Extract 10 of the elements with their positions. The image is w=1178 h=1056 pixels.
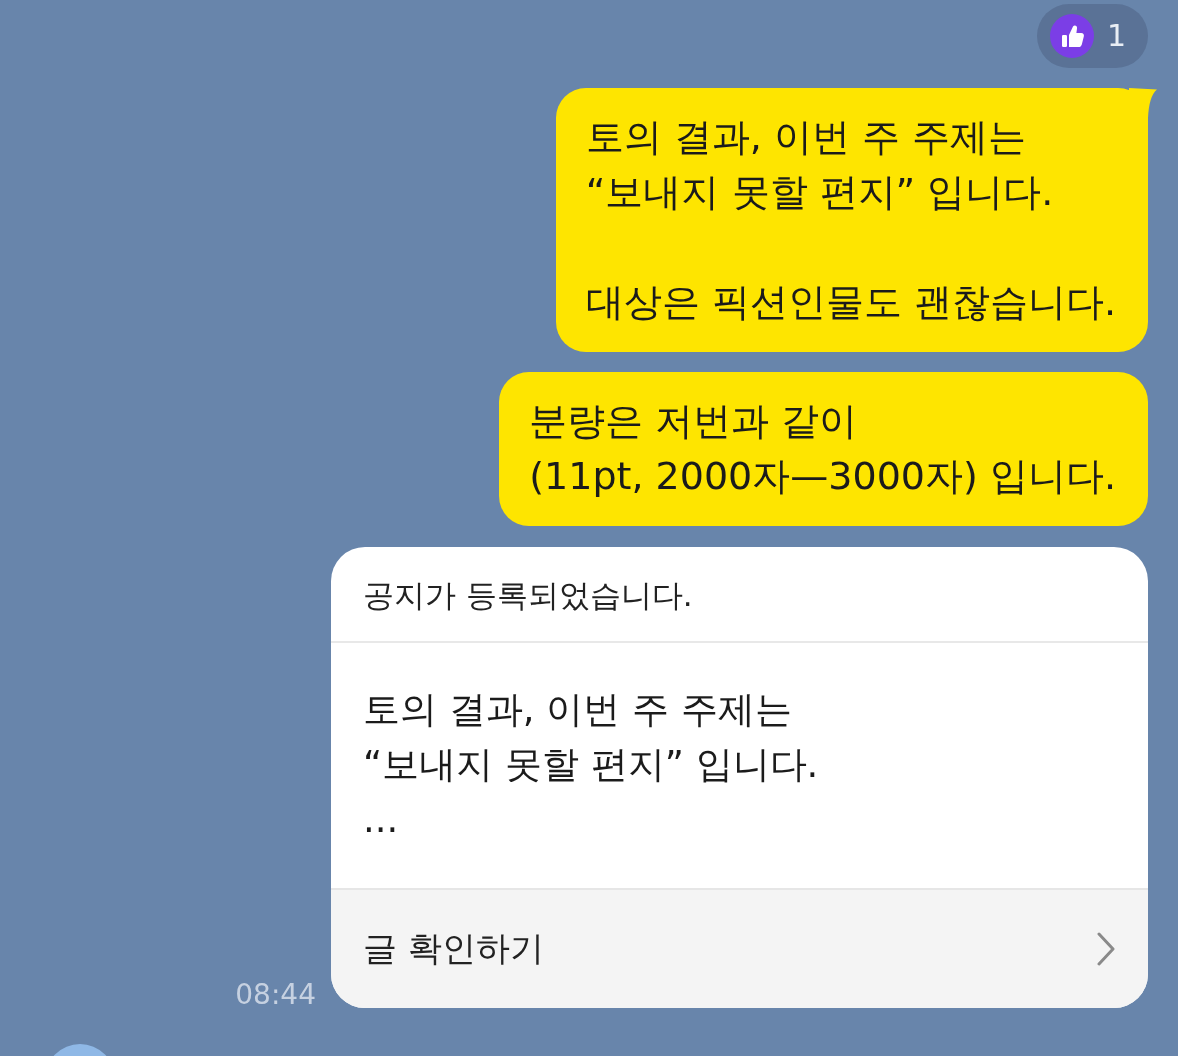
message-text: 토의 결과, 이번 주 주제는 “보내지 못할 편지” 입니다. 대상은 픽션인물도 괜찮습니다. (585, 114, 1116, 326)
reaction-badge[interactable]: 1 (1036, 4, 1148, 68)
message-time: 08:44 (235, 978, 316, 1012)
message-text: 분량은 저번과 같이 (11pt, 2000자—3000자) 입니다. (529, 398, 1116, 500)
notice-title: 공지가 등록되었습니다. (331, 547, 1148, 643)
view-post-button[interactable]: 글 확인하기 (331, 888, 1148, 1008)
notice-text: 토의 결과, 이번 주 주제는 “보내지 못할 편지” 입니다. ... (362, 687, 820, 843)
reaction-count: 1 (1106, 18, 1126, 54)
thumbs-up-icon (1049, 14, 1094, 58)
chevron-right-icon (1096, 932, 1116, 966)
